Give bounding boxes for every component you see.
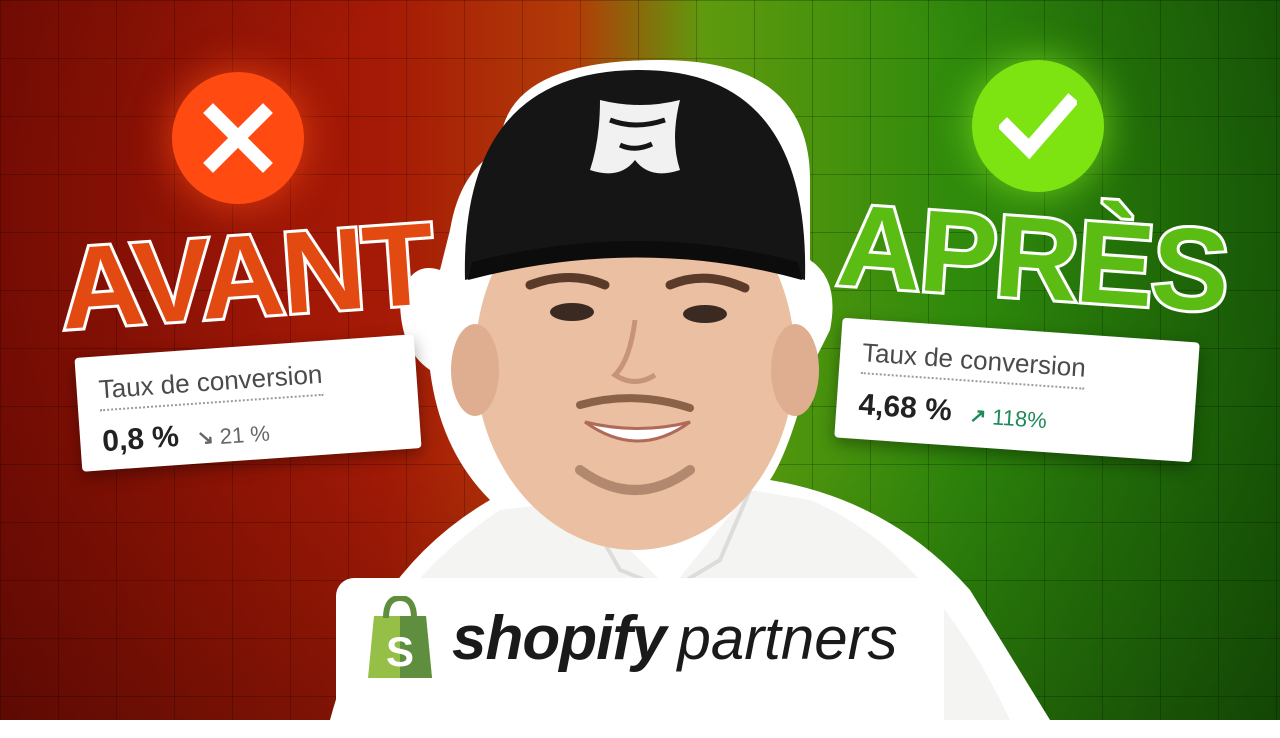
shopify-bag-icon: S	[368, 596, 432, 678]
conversion-value: 0,8 %	[101, 419, 181, 459]
conversion-value: 4,68 %	[857, 388, 953, 428]
card-label: Taux de conversion	[860, 337, 1087, 390]
arrow-up-right-icon: ↗	[968, 404, 987, 428]
delta-down: ↘ 21 %	[196, 420, 271, 451]
brand-suffix: partners	[677, 604, 898, 672]
delta-up: ↗ 118%	[969, 402, 1048, 433]
arrow-down-right-icon: ↘	[196, 426, 215, 450]
shopify-partners-logo: S shopify partners	[336, 578, 944, 738]
brand-name: shopify	[452, 603, 666, 673]
delta-value: 118%	[991, 403, 1048, 433]
apres-title: APRÈS	[831, 177, 1235, 340]
x-icon	[203, 103, 273, 173]
check-icon	[999, 93, 1077, 160]
conversion-card-before: Taux de conversion 0,8 % ↘ 21 %	[74, 334, 422, 472]
svg-text:S: S	[386, 628, 414, 675]
conversion-card-after: Taux de conversion 4,68 % ↗ 118%	[834, 317, 1200, 463]
avant-title: AVANT	[53, 195, 439, 357]
card-label: Taux de conversion	[97, 358, 324, 412]
delta-value: 21 %	[218, 420, 271, 449]
x-badge	[172, 72, 304, 204]
check-badge	[972, 60, 1104, 192]
